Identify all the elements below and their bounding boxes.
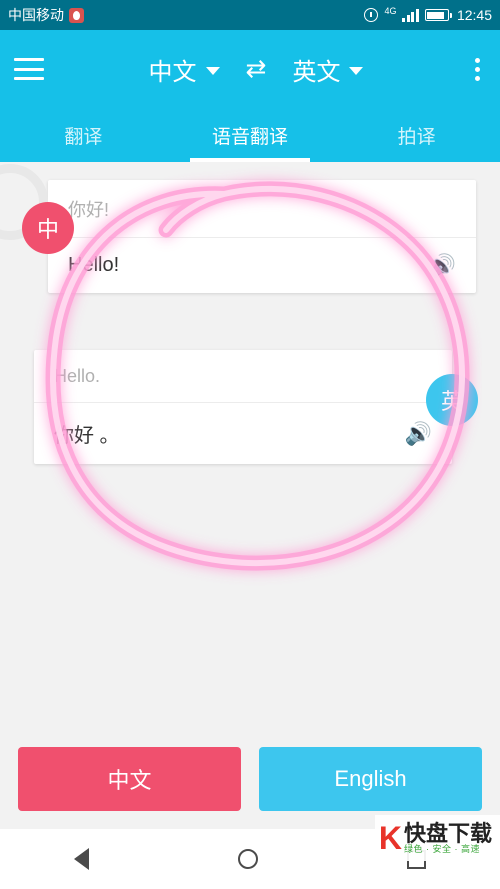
watermark: K 快盘下载 绿色 · 安全 · 高速 [374,815,500,861]
language-switcher: 中文 ⇄ 英文 [44,52,468,87]
target-language-label: 英文 [292,58,341,86]
translated-text-chinese: Hello! [68,254,120,276]
source-language-label: 中文 [148,58,197,86]
qq-icon [69,7,84,23]
speaker-icon[interactable]: 🔊 [429,254,456,277]
alarm-icon [364,8,379,22]
chevron-down-icon [349,67,364,75]
source-text-english: Hello. [34,350,452,403]
phone-screen: 中国移动 4G 12:45 中文 ⇄ 英文 翻译 语音翻译 拍译 中 你好! H… [0,0,500,889]
source-text-chinese: 你好! [48,180,476,238]
avatar-chinese: 中 [22,202,74,254]
translation-card-english[interactable]: Hello. 你好 。 🔊 [34,350,452,464]
watermark-text: 快盘下载 绿色 · 安全 · 高速 [404,822,492,855]
conversation-area: 中 你好! Hello! 🔊 Hello. 你好 。 🔊 英 [0,162,500,748]
status-bar-right: 4G 12:45 [364,6,492,23]
mic-button-bar: 中文 English [0,729,500,829]
watermark-title: 快盘下载 [403,820,492,846]
conversation-item-english: Hello. 你好 。 🔊 英 [34,350,478,464]
status-bar: 中国移动 4G 12:45 [0,0,500,30]
swap-languages-icon[interactable]: ⇄ [246,56,267,82]
speak-english-button[interactable]: English [259,747,482,811]
source-language-selector[interactable]: 中文 [149,52,220,87]
battery-icon [424,9,452,21]
network-type-label: 4G [384,6,397,16]
carrier-label: 中国移动 [8,7,64,23]
tab-translate[interactable]: 翻译 [0,108,167,162]
avatar-english: 英 [426,374,478,426]
speak-chinese-button[interactable]: 中文 [18,747,241,811]
target-language-selector[interactable]: 英文 [292,52,364,87]
signal-bars-icon [402,8,419,22]
tab-photo-translate[interactable]: 拍译 [333,108,500,162]
speaker-icon[interactable]: 🔊 [405,422,432,445]
back-triangle-icon[interactable] [74,848,90,870]
translation-card-chinese[interactable]: 你好! Hello! 🔊 [48,180,476,293]
chevron-down-icon [205,67,220,75]
watermark-logo: K [378,820,402,856]
tab-voice-translate[interactable]: 语音翻译 [167,108,334,162]
conversation-item-chinese: 中 你好! Hello! 🔊 [22,180,476,293]
watermark-subtitle: 绿色 · 安全 · 高速 [403,843,480,854]
hamburger-menu-icon[interactable] [14,58,44,80]
translated-line-english: 你好 。 🔊 [34,403,452,464]
app-bar: 中文 ⇄ 英文 [0,30,500,108]
status-bar-left: 中国移动 [8,5,364,25]
translated-text-english: 你好 。 [54,425,120,447]
clock-label: 12:45 [456,7,492,23]
home-circle-icon[interactable] [237,849,258,869]
tab-bar: 翻译 语音翻译 拍译 [0,108,500,162]
overflow-menu-icon[interactable] [468,54,486,85]
translated-line-chinese: Hello! 🔊 [48,238,476,293]
